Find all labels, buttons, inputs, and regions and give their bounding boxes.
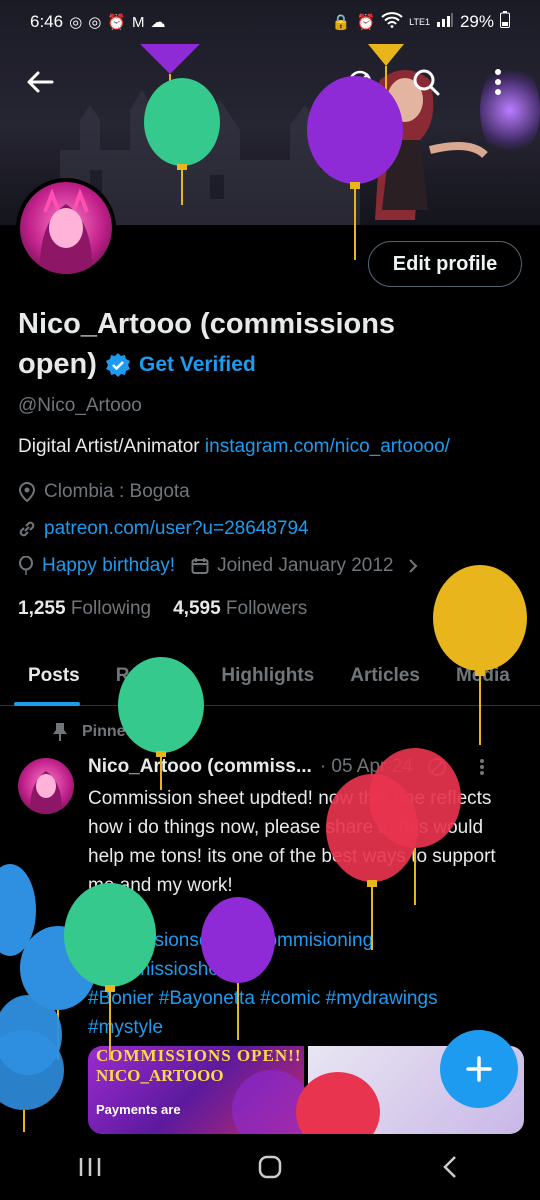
edit-profile-button[interactable]: Edit profile bbox=[368, 241, 522, 287]
profile-name-line2: open) bbox=[18, 348, 97, 380]
birthday-link[interactable]: Happy birthday! bbox=[42, 555, 175, 577]
pinned-label-row: Pinned bbox=[52, 722, 135, 742]
post-text: Commission sheet updted! now this one re… bbox=[88, 788, 496, 896]
alarm-icon: ⏰ bbox=[107, 14, 126, 31]
verified-badge-icon bbox=[106, 353, 130, 378]
battery-icon bbox=[500, 11, 510, 33]
profile-bio: Digital Artist/Animator instagram.com/ni… bbox=[18, 436, 450, 458]
hashtags-line[interactable]: #mystyle bbox=[88, 1013, 518, 1042]
signal-icon bbox=[436, 13, 454, 31]
balloon bbox=[0, 995, 64, 1132]
following-count: 1,255 bbox=[18, 598, 66, 619]
back-nav-button[interactable] bbox=[420, 1142, 480, 1192]
location-pin-icon bbox=[18, 482, 36, 502]
home-icon bbox=[258, 1155, 282, 1179]
balloon-icon bbox=[19, 556, 33, 575]
post-avatar-art bbox=[29, 771, 63, 814]
follow-stats: 1,255 Following 4,595 Followers bbox=[18, 598, 307, 620]
hashtags-line[interactable]: #commissiosheet bbox=[88, 955, 518, 984]
profile-tabs: Posts Replies Highlights Articles Media bbox=[0, 650, 540, 706]
more-vertical-icon bbox=[495, 69, 501, 95]
battery-percent: 29% bbox=[459, 12, 494, 31]
following-label: Following bbox=[70, 598, 152, 619]
more-vertical-icon[interactable] bbox=[479, 758, 485, 776]
location-text: Clombia : Bogota bbox=[44, 481, 190, 502]
network-label: LTE1 bbox=[409, 17, 430, 27]
status-right: 🔒 ⏰ LTE1 29% bbox=[332, 11, 510, 33]
pinned-label: Pinned bbox=[82, 723, 136, 740]
bio-text: Digital Artist/Animator bbox=[18, 436, 200, 457]
media-image-commission-sheet[interactable]: COMMISSIONS OPEN!! NICO_ARTOOO Payments … bbox=[88, 1046, 304, 1134]
bio-link[interactable]: instagram.com/nico_artoooo/ bbox=[205, 436, 450, 457]
status-time: 6:46 bbox=[30, 12, 64, 31]
instagram-icon: ◎ bbox=[69, 14, 83, 31]
tab-articles[interactable]: Articles bbox=[332, 650, 438, 706]
recent-apps-button[interactable] bbox=[60, 1142, 120, 1192]
arrow-left-icon bbox=[27, 71, 54, 93]
link-icon bbox=[19, 521, 35, 537]
grok-icon[interactable] bbox=[427, 757, 447, 777]
avatar-art bbox=[39, 188, 93, 274]
grok-button[interactable] bbox=[338, 60, 382, 104]
alarm-icon: ⏰ bbox=[356, 14, 376, 31]
profile-name: Nico_Artooo (commissions open) Get Verif… bbox=[18, 304, 458, 385]
profile-name-line1: Nico_Artooo (commissions bbox=[18, 308, 396, 340]
post-date: · 05 Apr 24 bbox=[319, 756, 413, 777]
balloon bbox=[20, 926, 96, 1060]
status-bar: 6:46 ◎ ◎ ⏰ M ☁ 🔒 ⏰ LTE1 29% bbox=[0, 0, 540, 44]
wifi-icon bbox=[381, 12, 403, 32]
tab-media[interactable]: Media bbox=[438, 650, 528, 706]
tab-highlights[interactable]: Highlights bbox=[201, 650, 332, 706]
search-button[interactable] bbox=[404, 60, 448, 104]
followers-link[interactable]: 4,595 Followers bbox=[173, 598, 307, 620]
post-header: Nico_Artooo (commiss... · 05 Apr 24 bbox=[88, 756, 518, 778]
search-icon bbox=[413, 69, 440, 96]
more-button[interactable] bbox=[476, 60, 520, 104]
media-subtitle: NICO_ARTOOO bbox=[96, 1066, 224, 1085]
get-verified-label: Get Verified bbox=[139, 353, 256, 377]
followers-label: Followers bbox=[225, 598, 308, 619]
pin-icon bbox=[53, 723, 67, 741]
cloud-icon: ☁ bbox=[150, 14, 166, 31]
followers-count: 4,595 bbox=[173, 598, 221, 619]
status-left: 6:46 ◎ ◎ ⏰ M ☁ bbox=[30, 12, 165, 32]
balloon bbox=[0, 864, 36, 956]
chevron-right-icon[interactable] bbox=[408, 558, 418, 574]
grok-icon bbox=[348, 70, 372, 94]
compose-fab[interactable] bbox=[440, 1030, 518, 1108]
post-avatar[interactable] bbox=[18, 758, 74, 814]
post-hashtags: #commisionsopen #commisioning #commissio… bbox=[88, 926, 518, 1042]
plus-icon bbox=[466, 1056, 492, 1082]
joined-text: Joined January 2012 bbox=[217, 555, 394, 576]
hashtags-line[interactable]: #Bonier #Bayonetta #comic #mydrawings bbox=[88, 984, 518, 1013]
following-link[interactable]: 1,255 Following bbox=[18, 598, 151, 620]
recent-apps-icon bbox=[79, 1158, 101, 1176]
media-caption: Payments are bbox=[96, 1102, 181, 1117]
home-button[interactable] bbox=[240, 1142, 300, 1192]
tab-replies[interactable]: Replies bbox=[94, 650, 202, 706]
birthday-joined-row: Happy birthday! Joined January 2012 bbox=[18, 555, 418, 577]
back-icon bbox=[443, 1156, 456, 1178]
instagram-icon: ◎ bbox=[88, 14, 102, 31]
calendar-icon bbox=[191, 558, 209, 574]
website-row: patreon.com/user?u=28648794 bbox=[18, 518, 309, 540]
gmail-icon: M bbox=[131, 13, 145, 31]
back-button[interactable] bbox=[18, 60, 62, 104]
tab-posts[interactable]: Posts bbox=[0, 650, 94, 706]
lock-icon: 🔒 bbox=[331, 14, 351, 31]
get-verified-link[interactable]: Get Verified bbox=[105, 345, 256, 385]
profile-avatar[interactable] bbox=[16, 178, 116, 278]
website-link[interactable]: patreon.com/user?u=28648794 bbox=[44, 518, 309, 540]
media-title: COMMISSIONS OPEN!! bbox=[96, 1046, 302, 1065]
hashtags-line[interactable]: #commisionsopen #commisioning bbox=[88, 926, 518, 955]
profile-top-nav bbox=[0, 52, 540, 112]
profile-handle: @Nico_Artooo bbox=[18, 395, 142, 416]
location-row: Clombia : Bogota bbox=[18, 481, 190, 503]
post-author[interactable]: Nico_Artooo (commiss... bbox=[88, 756, 312, 778]
system-nav-bar bbox=[0, 1134, 540, 1200]
